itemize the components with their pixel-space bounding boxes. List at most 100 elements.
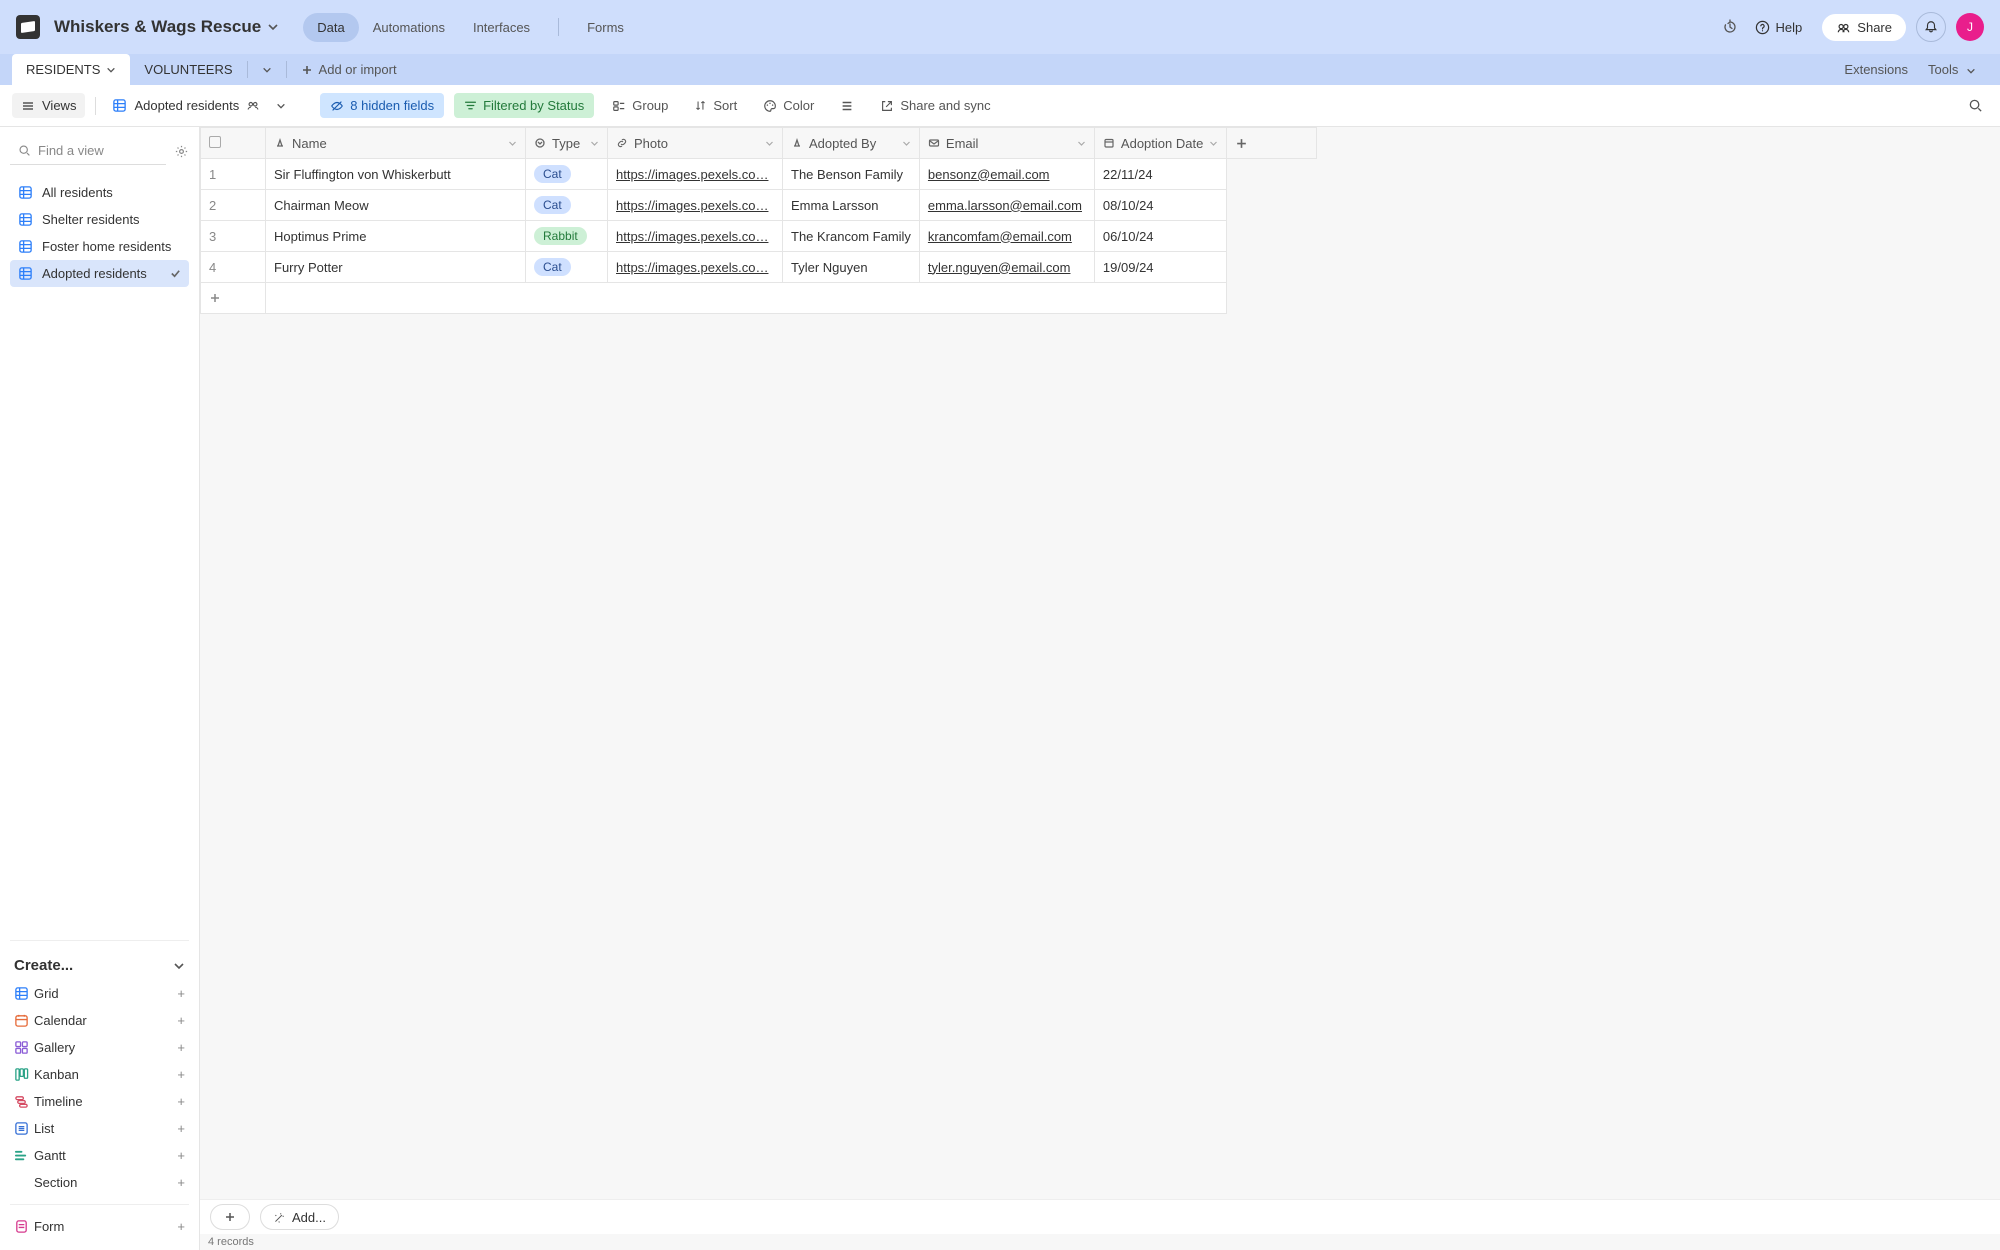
add-record-button[interactable] [210, 1204, 250, 1230]
row-height-button[interactable] [832, 94, 862, 118]
extensions-button[interactable]: Extensions [1844, 62, 1908, 77]
cell-photo[interactable]: https://images.pexels.co… [608, 159, 783, 190]
cell-adopted-by[interactable]: Emma Larsson [783, 190, 920, 221]
cell-type[interactable]: Rabbit [526, 221, 608, 252]
sort-button[interactable]: Sort [686, 93, 745, 118]
sidebar-view-shelter-residents[interactable]: Shelter residents [10, 206, 189, 233]
add-field-button[interactable] [1227, 128, 1317, 159]
cell-email[interactable]: emma.larsson@email.com [919, 190, 1094, 221]
cell-adopted-by[interactable]: The Benson Family [783, 159, 920, 190]
user-avatar[interactable]: J [1956, 13, 1984, 41]
cell-name[interactable]: Hoptimus Prime [266, 221, 526, 252]
history-icon[interactable] [1715, 12, 1745, 42]
extensions-tools-group: Extensions Tools [1832, 54, 1988, 85]
sidebar-view-adopted-residents[interactable]: Adopted residents [10, 260, 189, 287]
app-logo-icon[interactable] [16, 15, 40, 39]
cell-adopted-by[interactable]: Tyler Nguyen [783, 252, 920, 283]
cell-email[interactable]: bensonz@email.com [919, 159, 1094, 190]
create-grid[interactable]: Grid+ [10, 980, 189, 1007]
nav-forms[interactable]: Forms [573, 13, 638, 42]
table-row[interactable]: 3Hoptimus PrimeRabbithttps://images.pexe… [201, 221, 1317, 252]
plus-icon: + [177, 1148, 185, 1163]
help-button[interactable]: Help [1745, 20, 1813, 35]
add-menu-button[interactable]: Add... [260, 1204, 339, 1230]
create-gallery[interactable]: Gallery+ [10, 1034, 189, 1061]
chevron-down-icon [902, 139, 911, 148]
column-header-name[interactable]: Name [266, 128, 526, 159]
create-section: Create... Grid+ Calendar+ Gallery+ Kanba… [10, 940, 189, 1240]
share-button[interactable]: Share [1822, 14, 1906, 41]
plus-icon: + [177, 1219, 185, 1234]
create-timeline[interactable]: Timeline+ [10, 1088, 189, 1115]
nav-automations[interactable]: Automations [359, 13, 459, 42]
create-list[interactable]: List+ [10, 1115, 189, 1142]
sort-label: Sort [713, 98, 737, 113]
grid-icon [18, 185, 34, 200]
filter-button[interactable]: Filtered by Status [454, 93, 594, 118]
sidebar-view-all-residents[interactable]: All residents [10, 179, 189, 206]
row-number[interactable]: 2 [201, 190, 266, 221]
add-row-plus[interactable] [201, 283, 266, 314]
nav-interfaces[interactable]: Interfaces [459, 13, 544, 42]
create-header[interactable]: Create... [10, 951, 189, 980]
cell-name[interactable]: Furry Potter [266, 252, 526, 283]
table-row[interactable]: 2Chairman MeowCathttps://images.pexels.c… [201, 190, 1317, 221]
cell-type[interactable]: Cat [526, 159, 608, 190]
cell-type[interactable]: Cat [526, 252, 608, 283]
text-field-icon [791, 137, 803, 149]
create-kanban[interactable]: Kanban+ [10, 1061, 189, 1088]
create-section[interactable]: Section+ [10, 1169, 189, 1196]
add-or-import-button[interactable]: Add or import [287, 54, 411, 85]
row-number[interactable]: 1 [201, 159, 266, 190]
view-name-button[interactable]: Adopted residents [106, 94, 266, 117]
notifications-button[interactable] [1916, 12, 1946, 42]
nav-data[interactable]: Data [303, 13, 358, 42]
column-header-photo[interactable]: Photo [608, 128, 783, 159]
table-row[interactable]: 1Sir Fluffington von WhiskerbuttCathttps… [201, 159, 1317, 190]
workspace-name[interactable]: Whiskers & Wags Rescue [54, 17, 261, 37]
cell-email[interactable]: tyler.nguyen@email.com [919, 252, 1094, 283]
column-header-type[interactable]: Type [526, 128, 608, 159]
tab-volunteers[interactable]: VOLUNTEERS [130, 54, 246, 85]
tab-residents[interactable]: RESIDENTS [12, 54, 130, 85]
cell-photo[interactable]: https://images.pexels.co… [608, 252, 783, 283]
cell-type[interactable]: Cat [526, 190, 608, 221]
views-button[interactable]: Views [12, 93, 85, 118]
cell-photo[interactable]: https://images.pexels.co… [608, 221, 783, 252]
row-number[interactable]: 4 [201, 252, 266, 283]
create-gantt[interactable]: Gantt+ [10, 1142, 189, 1169]
cell-name[interactable]: Chairman Meow [266, 190, 526, 221]
select-all-header[interactable] [201, 128, 266, 159]
cell-photo[interactable]: https://images.pexels.co… [608, 190, 783, 221]
cell-adoption-date[interactable]: 06/10/24 [1094, 221, 1226, 252]
plus-icon: + [177, 1067, 185, 1082]
table-row[interactable]: 4Furry PotterCathttps://images.pexels.co… [201, 252, 1317, 283]
search-button[interactable] [1963, 93, 1988, 118]
cell-name[interactable]: Sir Fluffington von Whiskerbutt [266, 159, 526, 190]
cell-email[interactable]: krancomfam@email.com [919, 221, 1094, 252]
group-button[interactable]: Group [604, 93, 676, 118]
chevron-down-icon[interactable] [276, 101, 286, 111]
find-view-input[interactable]: Find a view [10, 137, 166, 165]
row-number[interactable]: 3 [201, 221, 266, 252]
cell-adoption-date[interactable]: 19/09/24 [1094, 252, 1226, 283]
create-calendar[interactable]: Calendar+ [10, 1007, 189, 1034]
column-header-email[interactable]: Email [919, 128, 1094, 159]
share-sync-button[interactable]: Share and sync [872, 93, 998, 118]
cell-adoption-date[interactable]: 22/11/24 [1094, 159, 1226, 190]
column-header-adoption-date[interactable]: Adoption Date [1094, 128, 1226, 159]
tools-button[interactable]: Tools [1928, 62, 1976, 77]
view-settings-button[interactable] [174, 144, 189, 159]
add-row[interactable] [201, 283, 1317, 314]
chevron-down-icon[interactable] [267, 21, 279, 33]
color-button[interactable]: Color [755, 93, 822, 118]
tab-dropdown[interactable] [248, 54, 286, 85]
cell-adoption-date[interactable]: 08/10/24 [1094, 190, 1226, 221]
sidebar-view-foster-home-residents[interactable]: Foster home residents [10, 233, 189, 260]
hidden-fields-button[interactable]: 8 hidden fields [320, 93, 444, 118]
chevron-down-icon [590, 139, 599, 148]
hidden-fields-label: 8 hidden fields [350, 98, 434, 113]
cell-adopted-by[interactable]: The Krancom Family [783, 221, 920, 252]
create-form[interactable]: Form+ [10, 1213, 189, 1240]
column-header-adopted-by[interactable]: Adopted By [783, 128, 920, 159]
